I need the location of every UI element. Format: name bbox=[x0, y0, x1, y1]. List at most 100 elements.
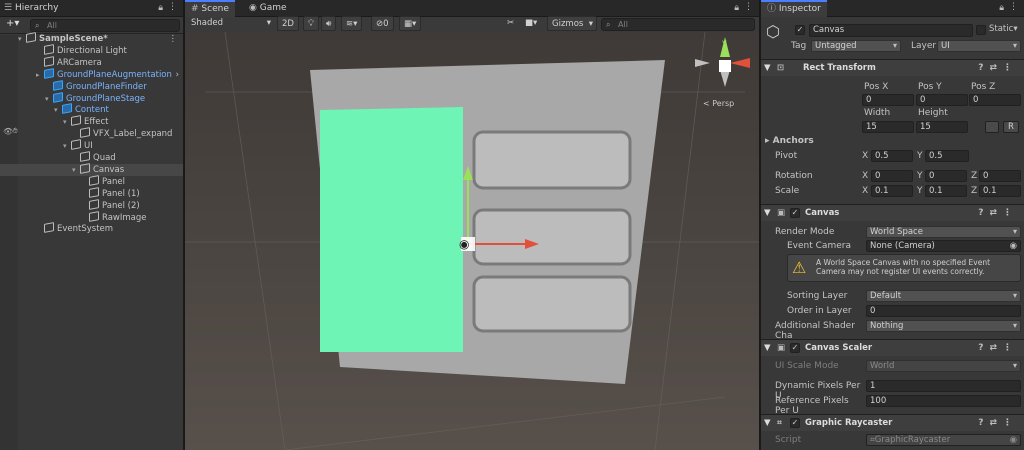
expand-arrow-icon[interactable]: ▾ bbox=[72, 164, 80, 176]
blueprint-mode-button[interactable] bbox=[985, 121, 999, 133]
graphic-raycaster-header[interactable]: ▼ ⌗ ✓ Graphic Raycaster ?⇄⋮ bbox=[761, 414, 1024, 431]
rot-x-field[interactable]: 0 bbox=[871, 170, 913, 182]
canvas-scaler-header[interactable]: ▼ ▣ ✓ Canvas Scaler ?⇄⋮ bbox=[761, 339, 1024, 356]
shading-dropdown[interactable]: Shaded ▾ bbox=[187, 16, 273, 31]
scaler-header-icons[interactable]: ?⇄⋮ bbox=[978, 340, 1018, 357]
eye-icon[interactable]: 👁︎ bbox=[3, 127, 13, 136]
order-in-layer-field[interactable]: 0 bbox=[866, 305, 1021, 317]
scene-panel: # Scene ◉ Game 🔒︎ ⋮ Shaded ▾ 2D 💡︎ 🔊︎ ≋▾ … bbox=[185, 0, 759, 450]
reference-pixels-field[interactable]: 100 bbox=[866, 395, 1021, 407]
sorting-layer-dropdown[interactable]: Default bbox=[866, 290, 1021, 302]
hierarchy-item[interactable]: ▾ UI bbox=[0, 139, 183, 152]
toggle-2d-button[interactable]: 2D bbox=[277, 16, 299, 31]
tag-dropdown[interactable]: Untagged bbox=[811, 40, 901, 52]
scale-y-field[interactable]: 0.1 bbox=[925, 185, 967, 197]
canvas-component-header[interactable]: ▼ ▣ ✓ Canvas ?⇄⋮ bbox=[761, 204, 1024, 221]
expand-arrow-icon[interactable]: ▾ bbox=[18, 33, 26, 45]
scaler-enabled-checkbox[interactable]: ✓ bbox=[790, 343, 800, 353]
hierarchy-item[interactable]: RawImage bbox=[0, 210, 183, 224]
hierarchy-item[interactable]: Directional Light bbox=[0, 44, 183, 57]
hierarchy-item[interactable]: Panel bbox=[0, 174, 183, 188]
pick-hand-icon[interactable]: ✋︎ bbox=[13, 126, 18, 136]
scene-viewport[interactable]: ◉ y < Persp bbox=[185, 32, 759, 450]
static-dropdown[interactable]: Static▾ bbox=[989, 24, 1018, 34]
hierarchy-item[interactable]: VFX_Label_expand bbox=[0, 127, 183, 140]
hierarchy-item[interactable]: ▾ SampleScene* ⋮ bbox=[0, 32, 183, 45]
height-field[interactable]: 15 bbox=[916, 121, 968, 133]
scene-search-input[interactable]: All bbox=[601, 18, 755, 31]
lock-icon[interactable]: 🔒︎ bbox=[158, 3, 163, 13]
layer-label: Layer bbox=[911, 41, 937, 51]
raycaster-header-icons[interactable]: ?⇄⋮ bbox=[978, 415, 1018, 432]
rect-transform-header[interactable]: ▼ ⊡ Rect Transform ?⇄⋮ bbox=[761, 59, 1024, 76]
canvas-header-icons[interactable]: ?⇄⋮ bbox=[978, 205, 1018, 222]
canvas-enabled-checkbox[interactable]: ✓ bbox=[790, 208, 800, 218]
effects-toggle-icon[interactable]: ≋▾ bbox=[341, 16, 363, 31]
hierarchy-item[interactable]: GroundPlaneFinder bbox=[0, 79, 183, 93]
add-button[interactable]: +▾ bbox=[6, 18, 19, 29]
component-header-icons[interactable]: ?⇄⋮ bbox=[978, 60, 1018, 77]
hierarchy-item[interactable]: EventSystem bbox=[0, 222, 183, 235]
event-camera-field[interactable]: None (Camera) ◉ bbox=[866, 240, 1021, 252]
raw-edit-button[interactable]: R bbox=[1003, 121, 1019, 133]
open-prefab-chevron-icon[interactable]: › bbox=[176, 69, 179, 81]
posz-field[interactable]: 0 bbox=[969, 94, 1021, 106]
rot-z-field[interactable]: 0 bbox=[979, 170, 1021, 182]
shader-channels-dropdown[interactable]: Nothing bbox=[866, 320, 1021, 332]
expand-arrow-icon[interactable]: ▾ bbox=[63, 140, 71, 152]
expand-arrow-icon[interactable]: ▾ bbox=[54, 104, 62, 116]
inspector-kebab-icon[interactable]: ⋮ bbox=[1009, 2, 1018, 12]
scale-z-field[interactable]: 0.1 bbox=[979, 185, 1021, 197]
pivot-x-field[interactable]: 0.5 bbox=[871, 150, 913, 162]
hierarchy-item-label: SampleScene* bbox=[39, 34, 108, 44]
tab-inspector[interactable]: ⓘ Inspector bbox=[761, 0, 827, 17]
hidden-objects-toggle[interactable]: ⊘0 bbox=[371, 16, 394, 31]
foldout-arrow-icon: ▼ bbox=[764, 63, 771, 73]
expand-arrow-icon[interactable]: ▸ bbox=[36, 69, 44, 81]
active-checkbox[interactable]: ✓ bbox=[795, 25, 805, 35]
hierarchy-item[interactable]: ▾ GroundPlaneStage bbox=[0, 91, 183, 105]
static-checkbox[interactable] bbox=[976, 25, 986, 35]
hierarchy-item[interactable]: ▾ Effect bbox=[0, 115, 183, 128]
anchors-foldout[interactable]: ▸ Anchors bbox=[765, 136, 814, 146]
hierarchy-item[interactable]: ARCamera bbox=[0, 55, 183, 69]
hierarchy-item[interactable]: Quad bbox=[0, 151, 183, 164]
scene-kebab-icon[interactable]: ⋮ bbox=[169, 33, 178, 45]
kebab-menu-icon[interactable]: ⋮ bbox=[168, 2, 177, 12]
tab-hierarchy[interactable]: ☰ Hierarchy bbox=[0, 0, 64, 17]
lighting-toggle-icon[interactable]: 💡︎ bbox=[303, 16, 319, 31]
tab-scene[interactable]: # Scene bbox=[185, 0, 235, 17]
dynamic-pixels-field[interactable]: 1 bbox=[866, 380, 1021, 392]
raycaster-enabled-checkbox[interactable]: ✓ bbox=[790, 418, 800, 428]
object-picker-icon[interactable]: ◉ bbox=[1010, 241, 1017, 251]
hierarchy-item[interactable]: Panel (2) bbox=[0, 198, 183, 212]
camera-dropdown-icon[interactable]: ■▾ bbox=[521, 16, 541, 31]
grid-toggle-icon[interactable]: ▦▾ bbox=[399, 16, 422, 31]
posy-field[interactable]: 0 bbox=[916, 94, 968, 106]
layer-dropdown[interactable]: UI bbox=[937, 40, 1021, 52]
hierarchy-item[interactable]: ▾ Content bbox=[0, 103, 183, 116]
expand-arrow-icon[interactable]: ▾ bbox=[45, 93, 53, 105]
gizmos-dropdown[interactable]: Gizmos ▾ bbox=[547, 16, 597, 31]
width-field[interactable]: 15 bbox=[862, 121, 914, 133]
render-mode-dropdown[interactable]: World Space bbox=[866, 226, 1021, 238]
hierarchy-item[interactable]: Panel (1) bbox=[0, 186, 183, 200]
persp-label[interactable]: < Persp bbox=[703, 99, 734, 108]
rot-y-field[interactable]: 0 bbox=[925, 170, 967, 182]
object-name-field[interactable]: Canvas bbox=[809, 24, 973, 37]
hierarchy-item[interactable]: ▾ Canvas bbox=[0, 163, 183, 176]
pivot-y-field[interactable]: 0.5 bbox=[925, 150, 969, 162]
hierarchy-item[interactable]: ▸ GroundPlaneAugmentation › bbox=[0, 67, 183, 81]
tools-icon[interactable]: ✂︎ bbox=[503, 16, 518, 31]
tab-game[interactable]: ◉ Game bbox=[243, 0, 293, 17]
prefab-cube-icon bbox=[53, 91, 63, 103]
scene-lock-icon[interactable]: 🔒︎ bbox=[734, 3, 739, 13]
gameobject-cube-icon bbox=[44, 55, 54, 67]
svg-text:◉: ◉ bbox=[459, 237, 469, 251]
posx-field[interactable]: 0 bbox=[862, 94, 914, 106]
audio-toggle-icon[interactable]: 🔊︎ bbox=[321, 16, 337, 31]
scale-x-field[interactable]: 0.1 bbox=[871, 185, 913, 197]
inspector-lock-icon[interactable]: 🔒︎ bbox=[999, 3, 1004, 13]
scene-kebab-icon[interactable]: ⋮ bbox=[744, 2, 753, 12]
expand-arrow-icon[interactable]: ▾ bbox=[63, 116, 71, 128]
